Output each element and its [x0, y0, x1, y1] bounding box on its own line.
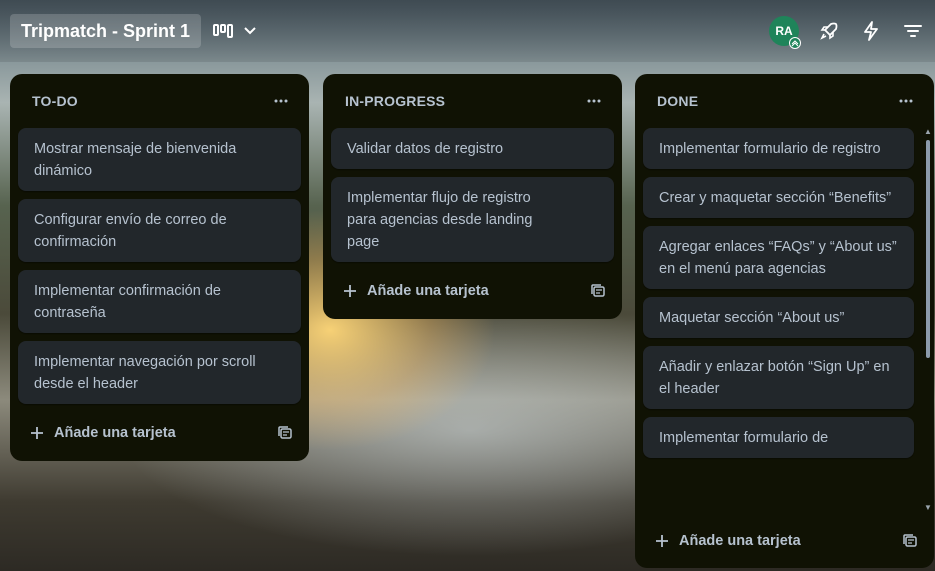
- card-list: Validar datos de registro Implementar fl…: [323, 128, 622, 262]
- scroll-up-arrow-icon[interactable]: ▲: [924, 128, 932, 136]
- list-title[interactable]: IN-PROGRESS: [345, 93, 445, 109]
- add-card-label: Añade una tarjeta: [367, 282, 489, 299]
- power-ups-rocket-icon[interactable]: [817, 19, 841, 43]
- card[interactable]: Implementar formulario de registro: [643, 128, 914, 169]
- create-from-template-icon[interactable]: [275, 423, 295, 443]
- list-footer: Añade una tarjeta: [635, 512, 934, 569]
- list-footer: Añade una tarjeta: [10, 404, 309, 461]
- filter-icon[interactable]: [901, 19, 925, 43]
- create-from-template-icon[interactable]: [900, 531, 920, 551]
- card-list: Mostrar mensaje de bienvenida dinámico C…: [10, 128, 309, 404]
- list-footer: Añade una tarjeta: [323, 262, 622, 319]
- card[interactable]: Implementar formulario de: [643, 417, 914, 458]
- header-actions: RA: [769, 16, 925, 49]
- list-todo: TO-DO Mostrar mensaje de bienvenida diná…: [10, 74, 309, 461]
- list-in-progress: IN-PROGRESS Validar datos de registro Im…: [323, 74, 622, 319]
- more-options-icon[interactable]: [580, 87, 608, 115]
- view-switcher[interactable]: [213, 23, 257, 39]
- add-card-label: Añade una tarjeta: [679, 532, 801, 549]
- card[interactable]: Mostrar mensaje de bienvenida dinámico: [18, 128, 301, 191]
- card-scroll-area[interactable]: Implementar formulario de registro Crear…: [635, 128, 934, 512]
- card[interactable]: Configurar envío de correo de confirmaci…: [18, 199, 301, 262]
- card-list: Implementar formulario de registro Crear…: [635, 128, 934, 458]
- more-options-icon[interactable]: [892, 87, 920, 115]
- admin-badge-icon: [789, 37, 801, 49]
- card[interactable]: Implementar flujo de registro para agenc…: [331, 177, 614, 262]
- board-title[interactable]: Tripmatch - Sprint 1: [10, 14, 202, 48]
- add-card-button[interactable]: Añade una tarjeta: [655, 533, 801, 549]
- avatar[interactable]: RA: [769, 16, 801, 49]
- card[interactable]: Validar datos de registro: [331, 128, 614, 169]
- scrollbar-thumb[interactable]: [926, 140, 930, 358]
- add-card-label: Añade una tarjeta: [54, 424, 176, 441]
- create-from-template-icon[interactable]: [588, 281, 608, 301]
- card[interactable]: Crear y maquetar sección “Benefits”: [643, 177, 914, 218]
- add-card-button[interactable]: Añade una tarjeta: [30, 425, 176, 441]
- add-card-button[interactable]: Añade una tarjeta: [343, 283, 489, 299]
- automation-lightning-icon[interactable]: [859, 19, 883, 43]
- scroll-down-arrow-icon[interactable]: ▼: [924, 504, 932, 512]
- list-header: IN-PROGRESS: [323, 74, 622, 128]
- list-done: DONE Implementar formulario de registro …: [635, 74, 934, 568]
- card[interactable]: Implementar navegación por scroll desde …: [18, 341, 301, 404]
- scrollbar[interactable]: ▲ ▼: [924, 128, 932, 512]
- card[interactable]: Maquetar sección “About us”: [643, 297, 914, 338]
- more-options-icon[interactable]: [267, 87, 295, 115]
- chevron-down-icon: [244, 27, 256, 35]
- list-title[interactable]: TO-DO: [32, 93, 78, 109]
- avatar-initials: RA: [775, 24, 793, 38]
- list-title[interactable]: DONE: [657, 93, 698, 109]
- list-header: DONE: [635, 74, 934, 128]
- card[interactable]: Agregar enlaces “FAQs” y “About us” en e…: [643, 226, 914, 289]
- board-header: Tripmatch - Sprint 1 RA: [0, 0, 935, 62]
- list-header: TO-DO: [10, 74, 309, 128]
- card[interactable]: Añadir y enlazar botón “Sign Up” en el h…: [643, 346, 914, 409]
- board-view-icon: [213, 24, 234, 38]
- plus-icon: [344, 284, 356, 297]
- plus-icon: [31, 426, 43, 439]
- plus-icon: [656, 534, 668, 547]
- card[interactable]: Implementar confirmación de contraseña: [18, 270, 301, 333]
